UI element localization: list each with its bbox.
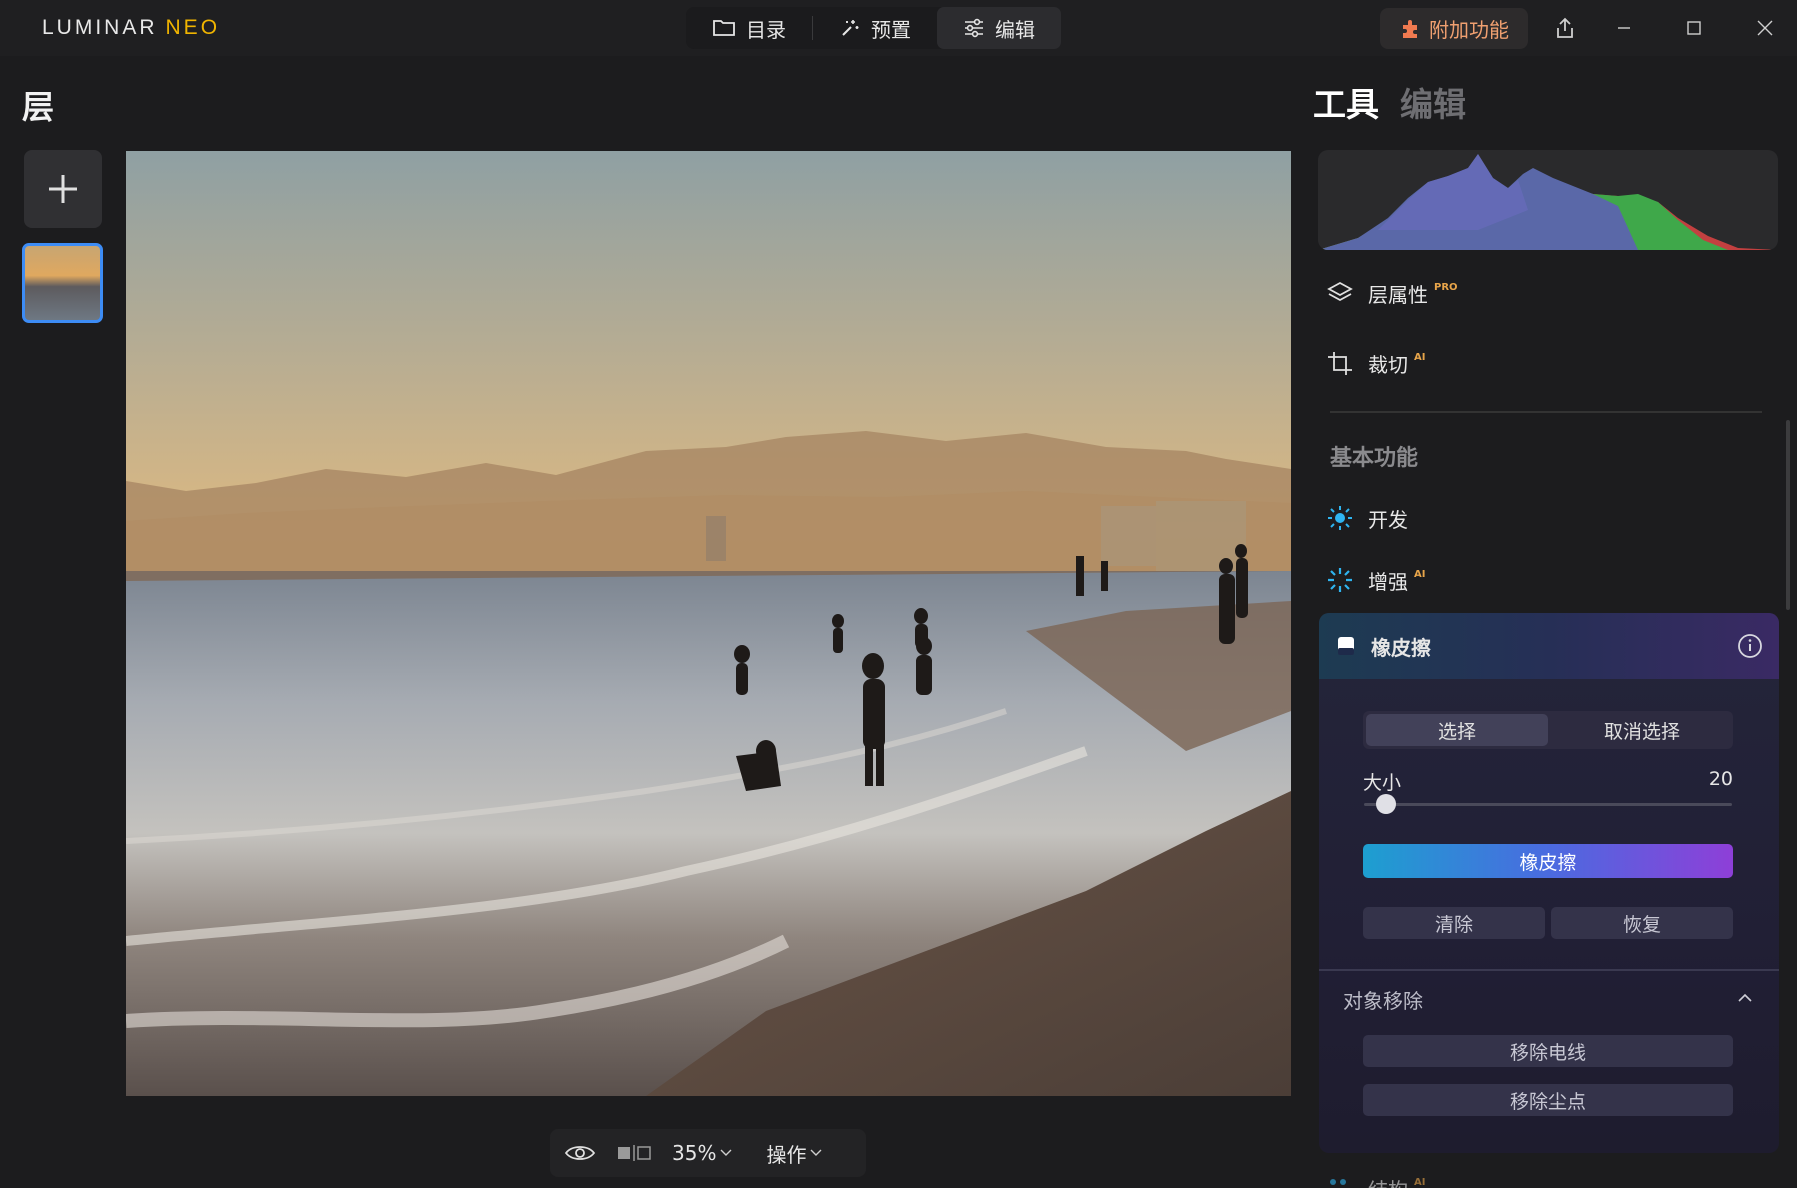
object-removal-title: 对象移除 [1343, 989, 1423, 1013]
layers-icon [1327, 281, 1353, 302]
tool-develop[interactable]: 开发 [1326, 498, 1408, 538]
panel-divider [1330, 411, 1762, 413]
title-bar: LUMINAR NEO 目录 预置 编辑 附加功能 [0, 0, 1797, 56]
deselect-button[interactable]: 取消选择 [1551, 711, 1733, 749]
tool-crop[interactable]: 裁切 AI [1326, 343, 1425, 383]
plus-icon [49, 175, 77, 203]
structure-icon [1330, 1179, 1346, 1185]
view-toolbar: 35% 操作 [550, 1129, 866, 1177]
photo-scene [126, 431, 1291, 1096]
app-logo: LUMINAR NEO [42, 16, 221, 39]
compare-icon[interactable] [616, 1143, 652, 1163]
zoom-dropdown[interactable]: 35% [672, 1141, 732, 1165]
top-nav: 目录 预置 编辑 [686, 7, 1061, 49]
layer-thumbnail[interactable] [22, 243, 103, 323]
puzzle-icon [1403, 19, 1417, 38]
clear-button[interactable]: 清除 [1363, 907, 1545, 939]
tool-layer-properties[interactable]: 层属性 PRO [1326, 273, 1458, 313]
crop-icon [1328, 352, 1352, 375]
eraser-icon [1338, 637, 1354, 655]
folder-icon [713, 20, 735, 36]
chevron-down-icon [810, 1149, 822, 1156]
share-icon [1557, 17, 1573, 38]
share-button[interactable] [1545, 10, 1585, 46]
restore-button[interactable]: 恢复 [1551, 907, 1733, 939]
sparkle-icon [842, 20, 859, 36]
tab-presets[interactable]: 预置 [813, 7, 937, 49]
size-slider-track[interactable] [1364, 803, 1732, 806]
section-basic-title: 基本功能 [1330, 446, 1419, 471]
tool-structure[interactable]: 结构 AI [1326, 1168, 1425, 1188]
select-button[interactable]: 选择 [1366, 714, 1548, 746]
addons-button[interactable]: 附加功能 [1380, 8, 1528, 49]
tab-edit[interactable]: 编辑 [937, 7, 1061, 49]
eraser-header[interactable]: 橡皮擦 [1319, 613, 1779, 679]
sun-icon [1328, 506, 1352, 530]
info-icon[interactable] [1737, 633, 1763, 659]
photo-canvas[interactable] [126, 151, 1291, 1096]
histogram [1318, 150, 1778, 250]
close-icon [1757, 20, 1773, 36]
subsection-divider [1319, 969, 1779, 971]
size-value: 20 [1708, 768, 1733, 790]
sliders-icon [965, 18, 983, 38]
add-layer-button[interactable] [24, 150, 102, 228]
tool-enhance[interactable]: 增强 AI [1326, 560, 1425, 600]
eye-icon[interactable] [564, 1143, 596, 1163]
maximize-button[interactable] [1674, 10, 1714, 46]
minimize-icon [1618, 27, 1630, 29]
tab-catalog[interactable]: 目录 [686, 7, 812, 49]
size-slider-handle[interactable] [1376, 794, 1397, 814]
erase-button[interactable]: 橡皮擦 [1363, 844, 1733, 878]
chevron-down-icon [720, 1149, 732, 1156]
eraser-panel: 橡皮擦 选择 取消选择 大小 20 橡皮擦 清除 恢复 对象移除 移除电线 移除… [1319, 613, 1779, 1153]
tab-tools[interactable]: 工具 [1313, 78, 1379, 126]
selection-segmented-control: 选择 取消选择 [1363, 711, 1733, 749]
actions-dropdown[interactable]: 操作 [766, 1139, 822, 1168]
close-button[interactable] [1745, 10, 1785, 46]
burst-icon [1328, 568, 1352, 592]
tab-edits[interactable]: 编辑 [1400, 78, 1466, 126]
size-label: 大小 [1363, 772, 1402, 794]
panel-scrollbar[interactable] [1786, 420, 1790, 610]
maximize-icon [1687, 21, 1701, 35]
remove-dust-spots-button[interactable]: 移除尘点 [1363, 1084, 1733, 1116]
chevron-up-icon[interactable] [1737, 993, 1753, 1003]
remove-power-lines-button[interactable]: 移除电线 [1363, 1035, 1733, 1067]
minimize-button[interactable] [1604, 10, 1644, 46]
layers-title: 层 [22, 88, 55, 126]
